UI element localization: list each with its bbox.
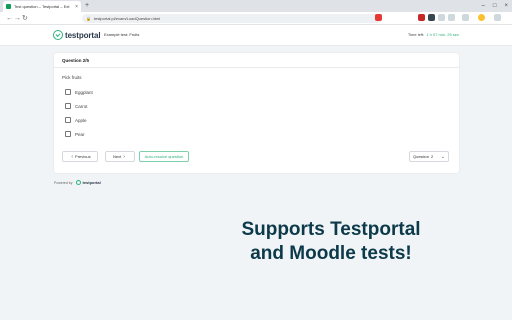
reload-icon[interactable]: ↻: [22, 14, 28, 23]
testportal-mini-logo-icon: [76, 180, 82, 185]
powered-by: Powered by testportal: [54, 180, 101, 185]
checkbox[interactable]: [65, 131, 71, 137]
browser-tab[interactable]: Test question – Testportal – Ext ×: [3, 1, 81, 12]
promo-line-2: and Moodle tests!: [250, 243, 412, 264]
logo-text: testportal: [65, 30, 101, 40]
question-card: Question 2/5 Pick fruits Eggplant Carrot…: [54, 53, 459, 173]
browser-tabstrip: Test question – Testportal – Ext × + – □…: [0, 0, 512, 12]
extension-icon[interactable]: [438, 14, 445, 21]
answer-label: Pear: [75, 131, 85, 137]
promo-line-1: Supports Testportal: [241, 219, 421, 240]
answer-label: Eggplant: [75, 89, 93, 95]
back-icon[interactable]: ←: [6, 14, 13, 23]
url-text: testportal.pl/exam/LoadQuestion.html: [93, 16, 161, 21]
time-left-label: Time left:: [407, 32, 425, 37]
menu-icon[interactable]: [494, 14, 501, 21]
tab-close-icon[interactable]: ×: [75, 4, 78, 10]
answer-option[interactable]: Eggplant: [65, 89, 93, 95]
question-title: Question 2/5: [62, 58, 90, 63]
extension-icon[interactable]: [428, 14, 435, 21]
time-left-value: 1 h 07 min. 25 sec: [426, 32, 459, 37]
powered-by-name[interactable]: testportal: [82, 180, 100, 185]
checkbox[interactable]: [65, 117, 71, 123]
browser-toolbar: ← → ↻ 🔒 testportal.pl/exam/LoadQuestion.…: [0, 12, 512, 25]
question-card-header: Question 2/5: [54, 53, 459, 68]
promo-text: Supports Testportal and Moodle tests!: [200, 218, 462, 266]
extension-icon[interactable]: [448, 14, 455, 21]
address-bar[interactable]: 🔒 testportal.pl/exam/LoadQuestion.html: [82, 14, 382, 23]
lock-icon: 🔒: [86, 16, 91, 21]
profile-avatar[interactable]: [478, 14, 485, 21]
testportal-favicon-icon: [6, 4, 11, 9]
maximize-button[interactable]: □: [493, 1, 497, 11]
chevron-right-icon: ›: [123, 153, 125, 160]
question-select[interactable]: Question 2 ⌄: [409, 151, 449, 162]
answer-option[interactable]: Apple: [65, 117, 87, 123]
window-controls: – □ ×: [482, 1, 508, 11]
checkbox[interactable]: [65, 89, 71, 95]
chevron-down-icon: ⌄: [440, 153, 445, 160]
test-name: Example test: Fruits: [104, 32, 140, 37]
answer-label: Carrot: [75, 103, 88, 109]
answer-option[interactable]: Pear: [65, 131, 85, 137]
powered-by-label: Powered by: [54, 180, 73, 185]
time-left: Time left: 1 h 07 min. 25 sec: [408, 32, 459, 37]
chevron-left-icon: ‹: [71, 153, 74, 160]
forward-icon[interactable]: →: [14, 14, 21, 23]
testportal-logo[interactable]: testportal: [53, 30, 101, 40]
previous-label: Previous: [75, 154, 91, 159]
next-button[interactable]: Next ›: [105, 151, 135, 162]
question-select-label: Question: [413, 154, 430, 159]
previous-button[interactable]: ‹ Previous: [62, 151, 98, 162]
question-prompt: Pick fruits: [62, 75, 82, 80]
checkbox[interactable]: [65, 103, 71, 109]
question-select-value: 2: [431, 154, 434, 159]
new-tab-button[interactable]: +: [85, 1, 89, 11]
close-window-button[interactable]: ×: [504, 1, 508, 11]
answer-option[interactable]: Carrot: [65, 103, 88, 109]
auto-resolve-button[interactable]: Auto-resolve question: [139, 151, 189, 162]
extension-icon[interactable]: [375, 14, 382, 21]
check-circle-icon: [53, 30, 63, 40]
answer-label: Apple: [75, 117, 87, 123]
minimize-button[interactable]: –: [482, 1, 485, 11]
tab-title: Test question – Testportal – Ext: [14, 4, 70, 9]
next-label: Next: [113, 154, 122, 159]
extension-icon[interactable]: [418, 14, 425, 21]
extension-icon[interactable]: [462, 14, 469, 21]
